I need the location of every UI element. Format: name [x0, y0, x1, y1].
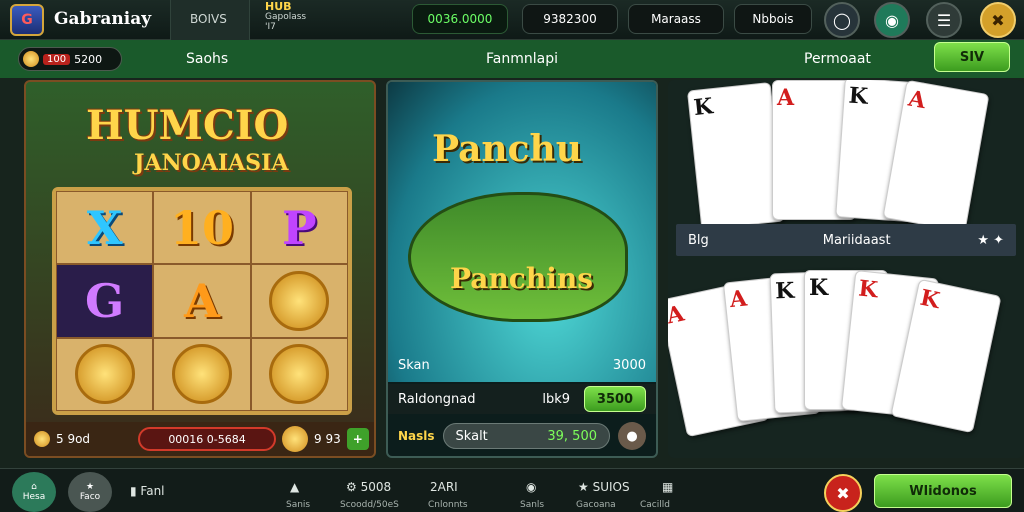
- fish-game-name: Panchins: [450, 262, 593, 295]
- reel-coin: [250, 337, 348, 411]
- nav-item-5-top: SUIOS: [592, 480, 630, 494]
- nav-item-2-label: Scoodd/50eS: [340, 500, 399, 510]
- hub-sub1: Gapolass: [265, 12, 307, 22]
- add-bet-button[interactable]: +: [346, 428, 369, 450]
- card-info-bar: Blg Mariidaast ★ ✦: [676, 224, 1016, 256]
- nav-item-2[interactable]: ⚙ 5008: [346, 480, 391, 494]
- menu-pill-3[interactable]: Maraass: [628, 4, 724, 34]
- fish-row-2: Raldongnad lbk9 3500: [388, 384, 656, 414]
- nav-item-1-label: Fanl: [140, 484, 165, 498]
- fish-row2-mid: lbk9: [542, 391, 570, 407]
- slot-title: HUMCIO: [86, 102, 289, 149]
- fishing-game-panel[interactable]: Panchu Panchins Skan 3000 Raldongnad lbk…: [386, 80, 658, 458]
- nav-item-3-label: Cnlonnts: [428, 500, 468, 510]
- coin-stack-icon: [269, 344, 330, 405]
- fish-label-left: Skan: [398, 358, 430, 373]
- nav-item-1[interactable]: ▮ Fanl: [130, 484, 165, 498]
- location-icon[interactable]: ◉: [874, 2, 910, 38]
- nav-item-5-label: Gacoana: [576, 500, 616, 510]
- coin-amount: 5200: [74, 52, 103, 66]
- brand-title: Gabraniay: [54, 9, 152, 29]
- settings-icon[interactable]: ✖: [980, 2, 1016, 38]
- card-game-panel[interactable]: K A K A Blg Mariidaast ★ ✦ A A K K K K: [668, 80, 1024, 458]
- home-icon: ⌂: [31, 482, 37, 492]
- welcome-button[interactable]: Wlidonos: [874, 474, 1012, 508]
- coin-icon: [171, 344, 232, 405]
- reel-coin: [153, 337, 251, 411]
- reel-coin: [250, 264, 348, 338]
- section-title-slots: Saohs: [186, 51, 229, 67]
- section-title-fishing: Fanmnlapi: [486, 51, 558, 67]
- fish-buy-button[interactable]: 3500: [584, 386, 646, 412]
- balance-pill-2[interactable]: 9382300: [522, 4, 618, 34]
- app-logo[interactable]: G: [10, 4, 44, 36]
- hub-sub2: 'I7: [265, 22, 276, 32]
- reel-symbol: G: [56, 264, 154, 338]
- slot-subtitle: JANOAIASIA: [134, 150, 289, 176]
- nav-home[interactable]: ⌂ Hesa: [12, 472, 56, 512]
- coin-balance[interactable]: 100 5200: [18, 47, 122, 71]
- top-bar: G Gabraniay BOIVS HUB Gapolass 'I7 0036.…: [0, 0, 1024, 40]
- gift-icon[interactable]: ✖: [824, 474, 862, 512]
- card-info-title: Mariidaast: [822, 232, 891, 248]
- fish-stake-label: Skalt: [455, 428, 488, 444]
- fish-label-right: 3000: [612, 358, 646, 373]
- fish-stake-field[interactable]: Skalt 39, 500: [442, 423, 610, 449]
- nav-item-3[interactable]: 2ARI: [430, 480, 458, 494]
- slot-win-field[interactable]: 00016 0-5684: [138, 427, 277, 451]
- tab-boivs[interactable]: BOIVS: [190, 12, 227, 26]
- slot-side-value: 9 93: [314, 432, 341, 446]
- nav-home-label: Hesa: [22, 492, 46, 502]
- reel-symbol: A: [153, 264, 251, 338]
- slot-reels[interactable]: X 10 P G A: [52, 187, 352, 415]
- fish-row-1: Skan 3000: [388, 358, 656, 373]
- reel-symbol: X: [56, 191, 154, 265]
- slot-game-panel[interactable]: HUMCIO JANOAIASIA X 10 P G A 5 9od 00016…: [24, 80, 376, 458]
- fish-row-3: Nasls Skalt 39, 500 ●: [388, 420, 656, 452]
- playing-card[interactable]: K: [686, 81, 786, 231]
- profile-icon[interactable]: ◯: [824, 2, 860, 38]
- card-info-left: Blg: [688, 232, 709, 248]
- fish-image: [408, 192, 628, 322]
- coin-stack-icon: [74, 344, 135, 405]
- bonus-icon[interactable]: [282, 426, 309, 452]
- hub-subtitle: Gapolass 'I7: [265, 12, 306, 32]
- fish-avatar-icon[interactable]: ●: [618, 422, 646, 450]
- nav-item-4[interactable]: ◉: [526, 480, 536, 494]
- nav-item-6[interactable]: ▦: [662, 480, 673, 494]
- section-title-cards: Permoaat: [804, 51, 871, 67]
- coin-icon: [34, 431, 50, 447]
- fish-tag: Nasls: [398, 429, 435, 443]
- nav-item-0[interactable]: ▲: [290, 480, 299, 494]
- coin-stack-icon: [269, 270, 330, 331]
- nav-item-0-label: Sanis: [286, 500, 311, 510]
- balance-display: 0036.0000: [412, 4, 508, 34]
- slot-control-bar: 5 9od 00016 0-5684 9 93 +: [26, 422, 374, 456]
- fish-stake-value: 39, 500: [547, 428, 597, 444]
- reel-symbol: P: [250, 191, 348, 265]
- nav-item-6-label: Cacilld: [640, 500, 670, 510]
- nav-item-5[interactable]: ★ SUIOS: [578, 480, 630, 494]
- top-action-button[interactable]: SIV: [934, 42, 1010, 72]
- reel-symbol: 10: [153, 191, 251, 265]
- menu-pill-4[interactable]: Nbbois: [734, 4, 812, 34]
- fish-row2-left: Raldongnad: [398, 391, 476, 407]
- reel-coin: [56, 337, 154, 411]
- coin-tag: 100: [43, 53, 71, 65]
- nav-fav-label: Faco: [79, 492, 101, 502]
- nav-item-2-top: 5008: [360, 480, 392, 494]
- fish-game-title: Panchu: [432, 128, 582, 170]
- star-icon[interactable]: ★ ✦: [977, 233, 1016, 248]
- coin-icon: [23, 51, 39, 67]
- star-icon: ★: [85, 482, 95, 492]
- nav-favorites[interactable]: ★ Faco: [68, 472, 112, 512]
- menu-icon[interactable]: ☰: [926, 2, 962, 38]
- nav-item-4-label: Sanls: [520, 500, 545, 510]
- slot-bet-value: 5 9od: [56, 432, 91, 446]
